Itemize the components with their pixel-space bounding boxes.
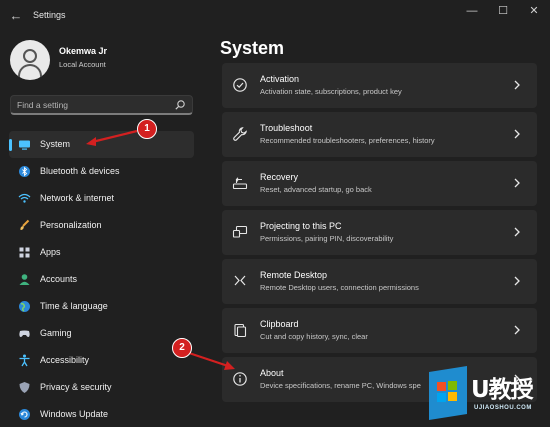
card-title: About bbox=[260, 368, 284, 378]
clipboard-icon bbox=[234, 323, 247, 338]
selection-indicator bbox=[9, 139, 12, 151]
chevron-right-icon bbox=[514, 129, 520, 139]
sidebar-item-bluetooth[interactable]: Bluetooth & devices bbox=[9, 158, 194, 185]
card-subtitle: Permissions, pairing PIN, discoverabilit… bbox=[260, 234, 394, 243]
sidebar-item-label: Time & language bbox=[40, 301, 108, 311]
page-title: System bbox=[220, 38, 285, 58]
bluetooth-icon bbox=[19, 166, 30, 177]
settings-list: Activation Activation state, subscriptio… bbox=[222, 63, 537, 406]
sidebar-item-label: Windows Update bbox=[40, 409, 109, 419]
system-icon bbox=[19, 140, 30, 150]
close-button[interactable]: ✕ bbox=[522, 3, 546, 19]
chevron-right-icon bbox=[514, 227, 520, 237]
sidebar-item-accessibility[interactable]: Accessibility bbox=[9, 347, 194, 374]
settings-card-projecting[interactable]: Projecting to this PC Permissions, pairi… bbox=[222, 210, 537, 255]
sidebar-item-apps[interactable]: Apps bbox=[9, 239, 194, 266]
search-icon[interactable] bbox=[174, 99, 186, 111]
sidebar-item-system[interactable]: System bbox=[9, 131, 194, 158]
settings-card-remote-desktop[interactable]: Remote Desktop Remote Desktop users, con… bbox=[222, 259, 537, 304]
shield-icon bbox=[19, 382, 30, 393]
sidebar-item-label: Accounts bbox=[40, 274, 78, 284]
card-subtitle: Recommended troubleshooters, preferences… bbox=[260, 136, 435, 145]
sidebar-item-privacy[interactable]: Privacy & security bbox=[9, 374, 194, 401]
remote-desktop-icon bbox=[234, 275, 246, 286]
sidebar-item-accounts[interactable]: Accounts bbox=[9, 266, 194, 293]
annotation-badge-2: 2 bbox=[172, 338, 192, 358]
sidebar-item-label: Gaming bbox=[40, 328, 72, 338]
watermark: U教授 UJIAOSHOU.COM bbox=[427, 366, 550, 424]
annotation-badge-1: 1 bbox=[137, 119, 157, 139]
sidebar-item-label: Apps bbox=[40, 247, 61, 257]
card-subtitle: Device specifications, rename PC, Window… bbox=[260, 381, 421, 390]
projector-icon bbox=[232, 225, 248, 238]
settings-card-activation[interactable]: Activation Activation state, subscriptio… bbox=[222, 63, 537, 108]
gaming-icon bbox=[19, 330, 30, 337]
sidebar-item-label: Network & internet bbox=[40, 193, 115, 203]
card-title: Activation bbox=[260, 74, 300, 84]
chevron-right-icon bbox=[514, 178, 520, 188]
card-subtitle: Activation state, subscriptions, product… bbox=[260, 87, 402, 96]
watermark-text: U教授 bbox=[471, 377, 534, 403]
check-circle-icon bbox=[233, 78, 247, 92]
wifi-icon bbox=[18, 193, 31, 203]
watermark-subtext: UJIAOSHOU.COM bbox=[474, 405, 532, 411]
sidebar-item-personalization[interactable]: Personalization bbox=[9, 212, 194, 239]
sidebar-item-network[interactable]: Network & internet bbox=[9, 185, 194, 212]
title-bar: ← Settings — ☐ ✕ bbox=[0, 0, 550, 32]
chevron-right-icon bbox=[514, 80, 520, 90]
settings-card-recovery[interactable]: Recovery Reset, advanced startup, go bac… bbox=[222, 161, 537, 206]
globe-icon bbox=[19, 301, 30, 312]
sidebar-item-label: Personalization bbox=[40, 220, 102, 230]
chevron-right-icon bbox=[514, 276, 520, 286]
minimize-button[interactable]: — bbox=[460, 3, 484, 19]
card-subtitle: Reset, advanced startup, go back bbox=[260, 185, 372, 194]
card-title: Clipboard bbox=[260, 319, 299, 329]
card-title: Remote Desktop bbox=[260, 270, 328, 280]
window-title: Settings bbox=[33, 10, 66, 20]
card-title: Projecting to this PC bbox=[260, 221, 342, 231]
sidebar-nav: System Bluetooth & devices Network & int… bbox=[9, 131, 194, 427]
accounts-icon bbox=[19, 274, 30, 285]
settings-card-clipboard[interactable]: Clipboard Cut and copy history, sync, cl… bbox=[222, 308, 537, 353]
maximize-button[interactable]: ☐ bbox=[491, 3, 515, 19]
user-profile[interactable]: Okemwa Jr Local Account bbox=[10, 38, 210, 82]
card-title: Recovery bbox=[260, 172, 299, 182]
card-subtitle: Cut and copy history, sync, clear bbox=[260, 332, 368, 341]
account-type: Local Account bbox=[59, 60, 106, 69]
watermark-logo-icon bbox=[429, 366, 467, 420]
chevron-right-icon bbox=[514, 325, 520, 335]
back-arrow-icon[interactable]: ← bbox=[8, 8, 24, 24]
search-input[interactable] bbox=[17, 98, 167, 112]
avatar bbox=[10, 40, 50, 80]
sidebar-item-label: Privacy & security bbox=[40, 382, 112, 392]
info-icon bbox=[233, 372, 247, 386]
sidebar-item-windows-update[interactable]: Windows Update bbox=[9, 401, 194, 427]
settings-card-troubleshoot[interactable]: Troubleshoot Recommended troubleshooters… bbox=[222, 112, 537, 157]
sidebar-item-label: System bbox=[40, 139, 71, 149]
sidebar-item-label: Bluetooth & devices bbox=[40, 166, 120, 176]
recovery-icon bbox=[232, 177, 248, 190]
apps-icon bbox=[19, 247, 30, 258]
user-name: Okemwa Jr bbox=[59, 46, 108, 56]
accessibility-icon bbox=[19, 354, 30, 367]
sidebar-item-gaming[interactable]: Gaming bbox=[9, 320, 194, 347]
wrench-icon bbox=[233, 127, 247, 141]
brush-icon bbox=[20, 219, 30, 230]
sidebar-item-label: Accessibility bbox=[40, 355, 90, 365]
sidebar-item-time-language[interactable]: Time & language bbox=[9, 293, 194, 320]
search-box[interactable] bbox=[10, 95, 193, 115]
update-icon bbox=[19, 409, 30, 420]
card-title: Troubleshoot bbox=[260, 123, 313, 133]
card-subtitle: Remote Desktop users, connection permiss… bbox=[260, 283, 419, 292]
